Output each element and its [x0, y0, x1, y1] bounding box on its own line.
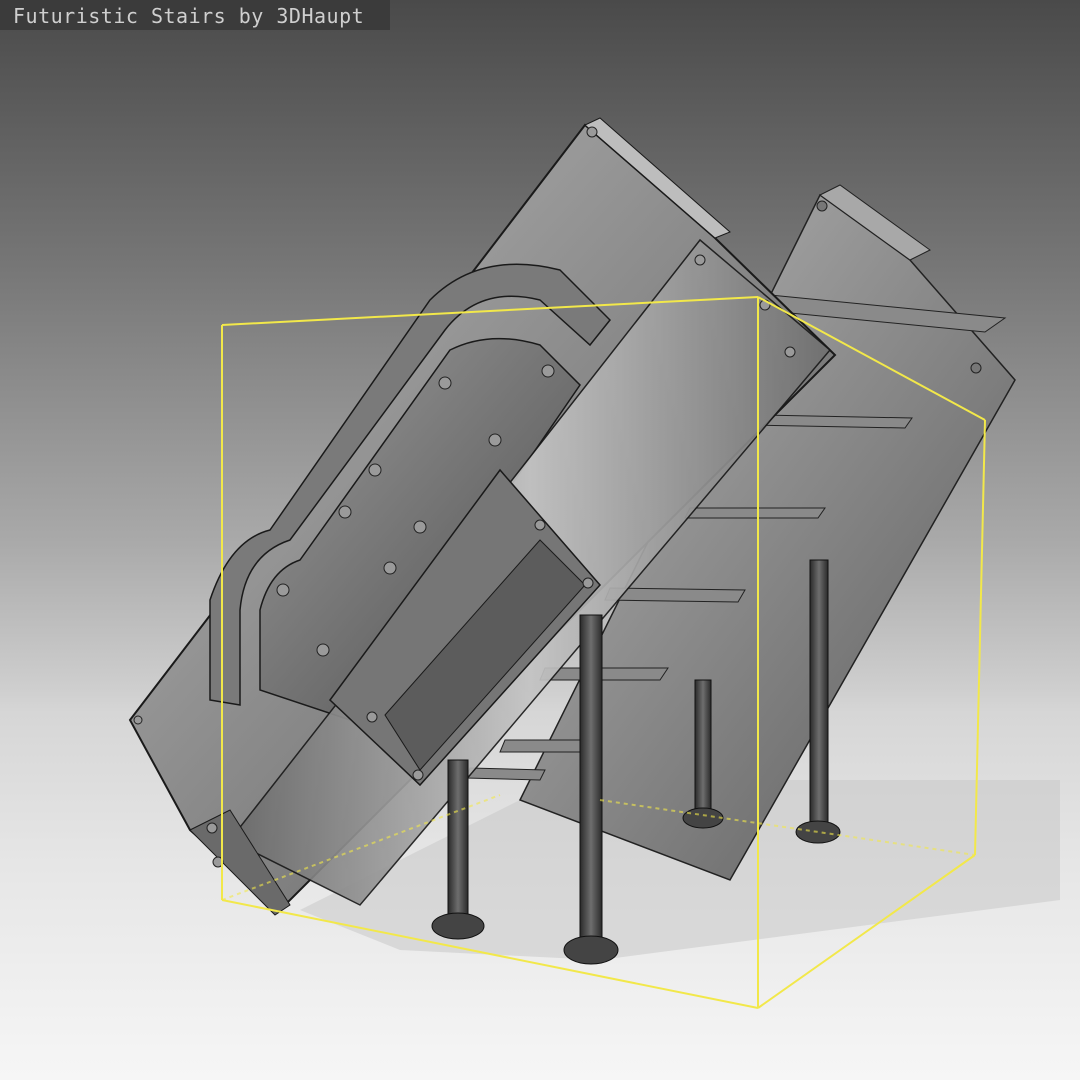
viewport-title-bar: Futuristic Stairs by 3DHaupt: [0, 0, 390, 30]
3d-viewport[interactable]: Futuristic Stairs by 3DHaupt: [0, 0, 1080, 1080]
scene-render[interactable]: [0, 0, 1080, 1080]
viewport-title: Futuristic Stairs by 3DHaupt: [13, 4, 365, 28]
